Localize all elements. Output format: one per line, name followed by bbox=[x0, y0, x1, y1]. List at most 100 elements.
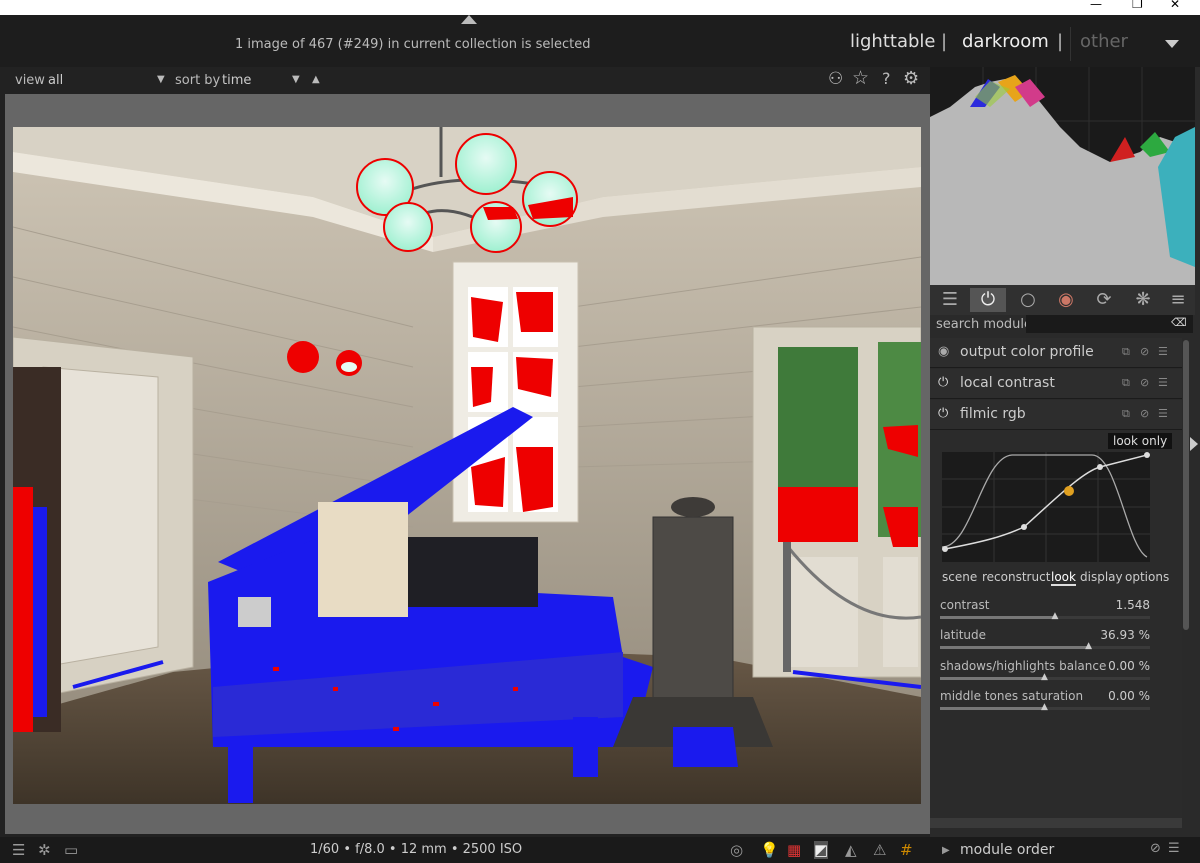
right-panel-toggle-icon[interactable] bbox=[1190, 437, 1198, 451]
view-separator: | bbox=[941, 31, 948, 52]
power-icon[interactable]: ⏻ bbox=[970, 288, 1006, 312]
clear-search-icon[interactable]: ⌫ bbox=[1171, 316, 1187, 329]
presets-menu-icon[interactable]: ☰ bbox=[1168, 841, 1180, 856]
exposure-info: 1/60 • f/8.0 • 12 mm • 2500 ISO bbox=[310, 842, 523, 857]
filter-bar: view all ▼ sort by time ▼ ▲ ⚇ ☆ ? ⚙ bbox=[0, 67, 930, 94]
tab-scene[interactable]: scene bbox=[942, 570, 977, 584]
slider-thumb-icon[interactable]: ▲ bbox=[1041, 702, 1048, 712]
slider-value[interactable]: 1.548 bbox=[1116, 598, 1150, 612]
clipping-indicator-icon[interactable]: ◩ bbox=[814, 841, 829, 859]
view-filter-select[interactable]: all bbox=[48, 73, 168, 88]
menu-icon[interactable]: ≡ bbox=[1160, 288, 1196, 312]
settings-icon[interactable]: ⚙ bbox=[903, 68, 919, 89]
star-icon[interactable]: ☆ bbox=[852, 67, 869, 89]
slider-thumb-icon[interactable]: ▲ bbox=[1041, 672, 1048, 682]
module-output-color-profile[interactable]: ◉ output color profile ⧉ ⊘ ☰ bbox=[930, 338, 1182, 368]
other-dropdown-icon[interactable] bbox=[1165, 40, 1179, 49]
tab-options[interactable]: options bbox=[1125, 570, 1169, 584]
circle-icon[interactable]: ○ bbox=[1010, 288, 1046, 312]
presets-menu-icon[interactable]: ☰ bbox=[1158, 407, 1168, 420]
reset-icon[interactable]: ⊘ bbox=[1140, 345, 1149, 358]
reset-icon[interactable]: ⊘ bbox=[1140, 376, 1149, 389]
second-window-icon[interactable]: ▭ bbox=[64, 841, 78, 859]
correct-icon[interactable]: ⟳ bbox=[1086, 288, 1122, 312]
styles-icon[interactable]: ✲ bbox=[38, 841, 51, 859]
scrollbar[interactable] bbox=[1183, 340, 1189, 630]
sort-direction-icon[interactable]: ▲ bbox=[312, 74, 320, 85]
view-filter-label: view bbox=[15, 73, 45, 88]
tab-reconstruct[interactable]: reconstruct bbox=[982, 570, 1050, 584]
slider-latitude[interactable]: latitude 36.93 % ▲ bbox=[940, 628, 1150, 662]
slider-label: middle tones saturation bbox=[940, 689, 1084, 703]
slider-label: latitude bbox=[940, 628, 987, 642]
view-lighttable[interactable]: lighttable bbox=[850, 31, 935, 52]
slider-thumb-icon[interactable]: ▲ bbox=[1085, 641, 1092, 651]
slider-middle-tones-saturation[interactable]: middle tones saturation 0.00 % ▲ bbox=[940, 689, 1150, 723]
view-filter-dropdown-icon[interactable]: ▼ bbox=[157, 74, 165, 85]
presets-menu-icon[interactable]: ☰ bbox=[1158, 345, 1168, 358]
search-module-input[interactable] bbox=[1026, 315, 1193, 333]
search-label: search module bbox=[936, 317, 1033, 332]
histogram[interactable] bbox=[930, 67, 1195, 285]
sort-label: sort by bbox=[175, 73, 221, 88]
color-wheel-icon[interactable]: ◉ bbox=[1048, 288, 1084, 312]
multi-instance-icon[interactable]: ⧉ bbox=[1122, 376, 1130, 390]
minimize-button[interactable]: — bbox=[1090, 0, 1102, 11]
presets-icon[interactable]: ⚇ bbox=[828, 69, 843, 89]
slider-value[interactable]: 36.93 % bbox=[1100, 628, 1150, 642]
effect-icon[interactable]: ❋ bbox=[1125, 288, 1161, 312]
module-name: output color profile bbox=[960, 344, 1094, 360]
focus-peaking-icon[interactable]: ◎ bbox=[730, 841, 743, 859]
module-name: filmic rgb bbox=[960, 406, 1026, 422]
reset-icon[interactable]: ⊘ bbox=[1150, 841, 1161, 856]
slider-label: shadows/highlights balance bbox=[940, 659, 1107, 673]
search-row: search module ⌫ bbox=[930, 315, 1195, 335]
tooltip: look only bbox=[1108, 433, 1173, 449]
gamut-check-icon[interactable]: ⚠ bbox=[873, 841, 886, 859]
module-on-icon[interactable]: ◉ bbox=[938, 344, 949, 359]
edited-photo[interactable] bbox=[13, 127, 921, 804]
bulb-icon[interactable]: 💡 bbox=[760, 841, 779, 859]
restore-button[interactable]: ❐ bbox=[1132, 0, 1143, 11]
raw-overexposed-icon[interactable]: ▦ bbox=[787, 841, 801, 859]
close-button[interactable]: ✕ bbox=[1170, 0, 1180, 11]
slider-shadows-highlights-balance[interactable]: shadows/highlights balance 0.00 % ▲ bbox=[940, 659, 1150, 693]
power-icon[interactable]: ⏻ bbox=[938, 375, 948, 390]
slider-contrast[interactable]: contrast 1.548 ▲ bbox=[940, 598, 1150, 632]
view-switcher: lighttable | darkroom | other bbox=[800, 31, 1200, 61]
sort-dropdown-icon[interactable]: ▼ bbox=[292, 74, 300, 85]
reset-icon[interactable]: ⊘ bbox=[1140, 407, 1149, 420]
module-group-tabs: ☰ ⏻ ○ ◉ ⟳ ❋ ≡ bbox=[930, 285, 1195, 315]
module-order-label: module order bbox=[960, 842, 1055, 858]
tab-look[interactable]: look bbox=[1051, 570, 1076, 586]
module-list: ◉ output color profile ⧉ ⊘ ☰ ⏻ local con… bbox=[930, 338, 1182, 828]
module-local-contrast[interactable]: ⏻ local contrast ⧉ ⊘ ☰ bbox=[930, 369, 1182, 399]
slider-value[interactable]: 0.00 % bbox=[1108, 689, 1150, 703]
help-icon[interactable]: ? bbox=[882, 69, 891, 88]
collapse-top-icon[interactable] bbox=[461, 15, 477, 24]
filmic-curve-graph[interactable] bbox=[942, 452, 1150, 562]
sliders-icon[interactable]: ☰ bbox=[932, 288, 968, 312]
filmic-tab-row: scene reconstruct look display options bbox=[942, 570, 1182, 590]
selection-info: 1 image of 467 (#249) in current collect… bbox=[235, 37, 591, 52]
slider-value[interactable]: 0.00 % bbox=[1108, 659, 1150, 673]
module-group-footer bbox=[930, 818, 1182, 828]
power-icon[interactable]: ⏻ bbox=[938, 406, 948, 421]
hamburger-icon[interactable]: ☰ bbox=[12, 841, 25, 859]
multi-instance-icon[interactable]: ⧉ bbox=[1122, 407, 1130, 421]
softproof-icon[interactable]: ◭ bbox=[845, 841, 857, 859]
expand-icon[interactable]: ▶ bbox=[942, 845, 950, 856]
multi-instance-icon[interactable]: ⧉ bbox=[1122, 345, 1130, 359]
module-name: local contrast bbox=[960, 375, 1055, 391]
slider-thumb-icon[interactable]: ▲ bbox=[1052, 611, 1059, 621]
view-separator: | bbox=[1057, 31, 1064, 52]
view-darkroom[interactable]: darkroom bbox=[962, 31, 1049, 52]
module-filmic-rgb[interactable]: ⏻ filmic rgb ⧉ ⊘ ☰ bbox=[930, 400, 1182, 430]
slider-label: contrast bbox=[940, 598, 990, 612]
sort-select[interactable]: time bbox=[222, 73, 251, 88]
guides-icon[interactable]: # bbox=[900, 841, 913, 859]
presets-menu-icon[interactable]: ☰ bbox=[1158, 376, 1168, 389]
window-titlebar: — ❐ ✕ bbox=[0, 0, 1200, 15]
view-other[interactable]: other bbox=[1080, 31, 1128, 52]
tab-display[interactable]: display bbox=[1080, 570, 1123, 584]
